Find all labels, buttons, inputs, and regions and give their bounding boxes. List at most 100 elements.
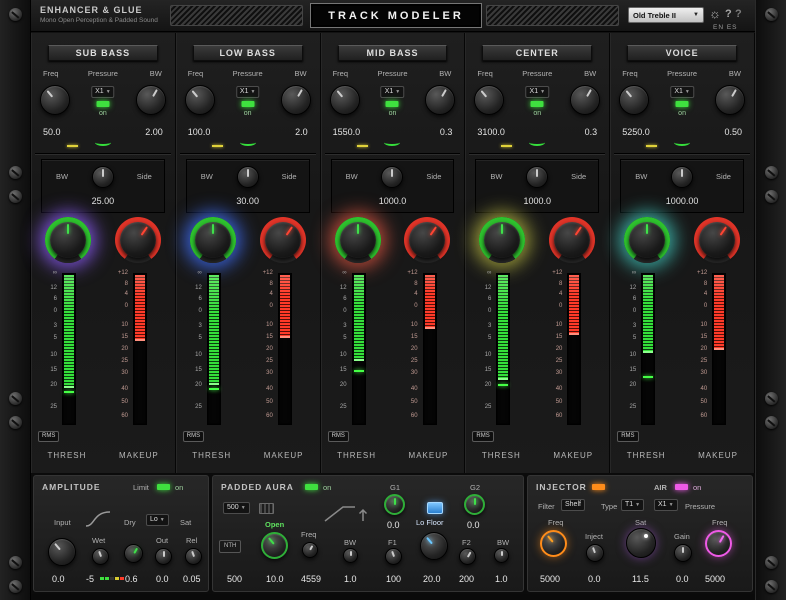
pattern-grid-icon[interactable] [259, 503, 274, 514]
lo-floor-button[interactable] [427, 502, 443, 514]
band-header-tab[interactable]: VOICE [627, 45, 737, 61]
bw-knob[interactable] [135, 85, 166, 115]
meter-tick-label: 10 [555, 321, 563, 328]
injector-freq2-knob[interactable] [705, 530, 732, 557]
pressure-mode-select[interactable]: X1 ▼ [235, 86, 260, 98]
band-header-tab[interactable]: CENTER [482, 45, 593, 61]
rel-knob[interactable] [185, 548, 202, 565]
injector-pressure-select[interactable]: X1 ▼ [654, 499, 678, 511]
screw-icon [9, 392, 22, 405]
meter-tick-label: 30 [555, 370, 563, 377]
meter-tick-label: 40 [266, 385, 273, 392]
preset-select[interactable]: Old Treble II ▼ [628, 7, 704, 23]
meter-tick-label: 60 [266, 412, 273, 419]
freq-knob[interactable] [40, 85, 70, 115]
side-bw-value: 25.00 [91, 196, 115, 206]
rms-badge[interactable]: RMS [182, 431, 205, 442]
meter-tick-label: 12 [195, 285, 202, 292]
gain-knob[interactable] [674, 544, 692, 562]
filter-type-select[interactable]: Shelf [561, 499, 585, 511]
threshold-knob[interactable] [479, 217, 526, 263]
f2-knob[interactable] [459, 548, 476, 565]
dry-knob[interactable] [124, 544, 143, 563]
bw-knob[interactable] [714, 85, 745, 115]
rms-badge[interactable]: RMS [38, 431, 60, 442]
injector-sat-knob[interactable] [626, 528, 656, 558]
pressure-on-led[interactable] [241, 101, 255, 107]
lo-floor-knob[interactable] [420, 532, 448, 560]
air-on-led[interactable] [675, 484, 688, 490]
bw-value: 0.3 [584, 127, 598, 137]
side-bw-knob[interactable] [91, 166, 114, 188]
side-bw-value: 1000.00 [665, 196, 699, 206]
out-knob[interactable] [155, 548, 172, 565]
makeup-knob[interactable] [404, 217, 451, 263]
aura-on-led[interactable] [305, 484, 318, 490]
freq-knob[interactable] [184, 85, 215, 115]
type-select[interactable]: T1 ▼ [621, 499, 645, 511]
freq-label: Freq [43, 69, 59, 78]
threshold-knob[interactable] [624, 217, 671, 263]
bw-knob[interactable] [425, 85, 456, 115]
injector-freq1-knob[interactable] [540, 530, 567, 557]
makeup-knob[interactable] [549, 217, 596, 263]
open-knob[interactable] [261, 532, 288, 559]
pressure-mode-select[interactable]: X1 ▼ [670, 86, 694, 98]
threshold-knob[interactable] [45, 217, 91, 263]
chevron-down-icon: ▼ [684, 89, 690, 95]
bw-knob[interactable] [280, 85, 311, 115]
help-icon[interactable]: ? [735, 8, 742, 20]
pressure-on-led[interactable] [96, 101, 110, 107]
out-label: Out [156, 536, 169, 545]
pressure-mode-select[interactable]: X1 ▼ [380, 86, 405, 98]
pressure-on-led[interactable] [385, 101, 399, 107]
bw-knob[interactable] [570, 85, 601, 115]
rms-badge[interactable]: RMS [472, 431, 494, 442]
aura-freq-knob[interactable] [302, 542, 318, 558]
freq-knob[interactable] [329, 85, 360, 115]
aura-bw2-knob[interactable] [494, 548, 509, 563]
meter-tick-label: 15 [484, 367, 492, 374]
makeup-meter-bar [712, 273, 727, 425]
freq-knob[interactable] [619, 85, 650, 115]
pressure-mode-select[interactable]: X1 ▼ [91, 86, 115, 98]
f1-knob[interactable] [385, 548, 402, 565]
aura-rate-select[interactable]: 500 ▼ [223, 502, 250, 514]
makeup-knob[interactable] [259, 217, 306, 263]
meter-tick-label: 50 [121, 399, 128, 406]
pressure-mode-select[interactable]: X1 ▼ [525, 86, 550, 98]
band-strips: SUB BASS Freq Pressure BW X1 ▼ on 50.0 2… [31, 33, 755, 473]
makeup-knob[interactable] [693, 217, 740, 263]
band-header-tab[interactable]: MID BASS [337, 45, 448, 61]
meter-tick-label: ∞ [197, 270, 202, 276]
aura-bw1-knob[interactable] [343, 548, 358, 563]
side-bw-knob[interactable] [381, 166, 404, 188]
wet-knob[interactable] [92, 548, 109, 565]
side-bw-knob[interactable] [671, 166, 694, 188]
band-header-tab[interactable]: LOW BASS [192, 45, 303, 61]
input-value: 0.0 [52, 574, 65, 584]
threshold-knob[interactable] [189, 217, 236, 263]
makeup-knob[interactable] [114, 217, 161, 263]
pressure-mode-value: X1 [529, 88, 539, 95]
inject-knob[interactable] [586, 544, 604, 562]
injector-on-led[interactable] [592, 484, 605, 490]
g1-knob[interactable] [384, 494, 405, 515]
rms-badge[interactable]: RMS [617, 431, 639, 442]
input-knob[interactable] [48, 538, 76, 566]
pressure-on-led[interactable] [530, 101, 544, 107]
rms-badge[interactable]: RMS [327, 431, 349, 442]
threshold-knob[interactable] [334, 217, 381, 263]
side-bw-knob[interactable] [236, 166, 259, 188]
limit-on-led[interactable] [157, 484, 170, 490]
pressure-on-led[interactable] [675, 101, 689, 107]
g2-knob[interactable] [464, 494, 485, 515]
freq-knob[interactable] [474, 85, 505, 115]
sat-mode-select[interactable]: Lo ▼ [146, 514, 169, 526]
nth-button[interactable]: NTH [219, 540, 242, 553]
side-bw-knob[interactable] [526, 166, 549, 188]
help-icon[interactable]: ? [725, 8, 732, 20]
language-toggle[interactable]: EN ES [713, 24, 738, 31]
band-header-tab[interactable]: SUB BASS [48, 45, 158, 61]
settings-gear-icon[interactable]: ☼ [709, 6, 721, 21]
